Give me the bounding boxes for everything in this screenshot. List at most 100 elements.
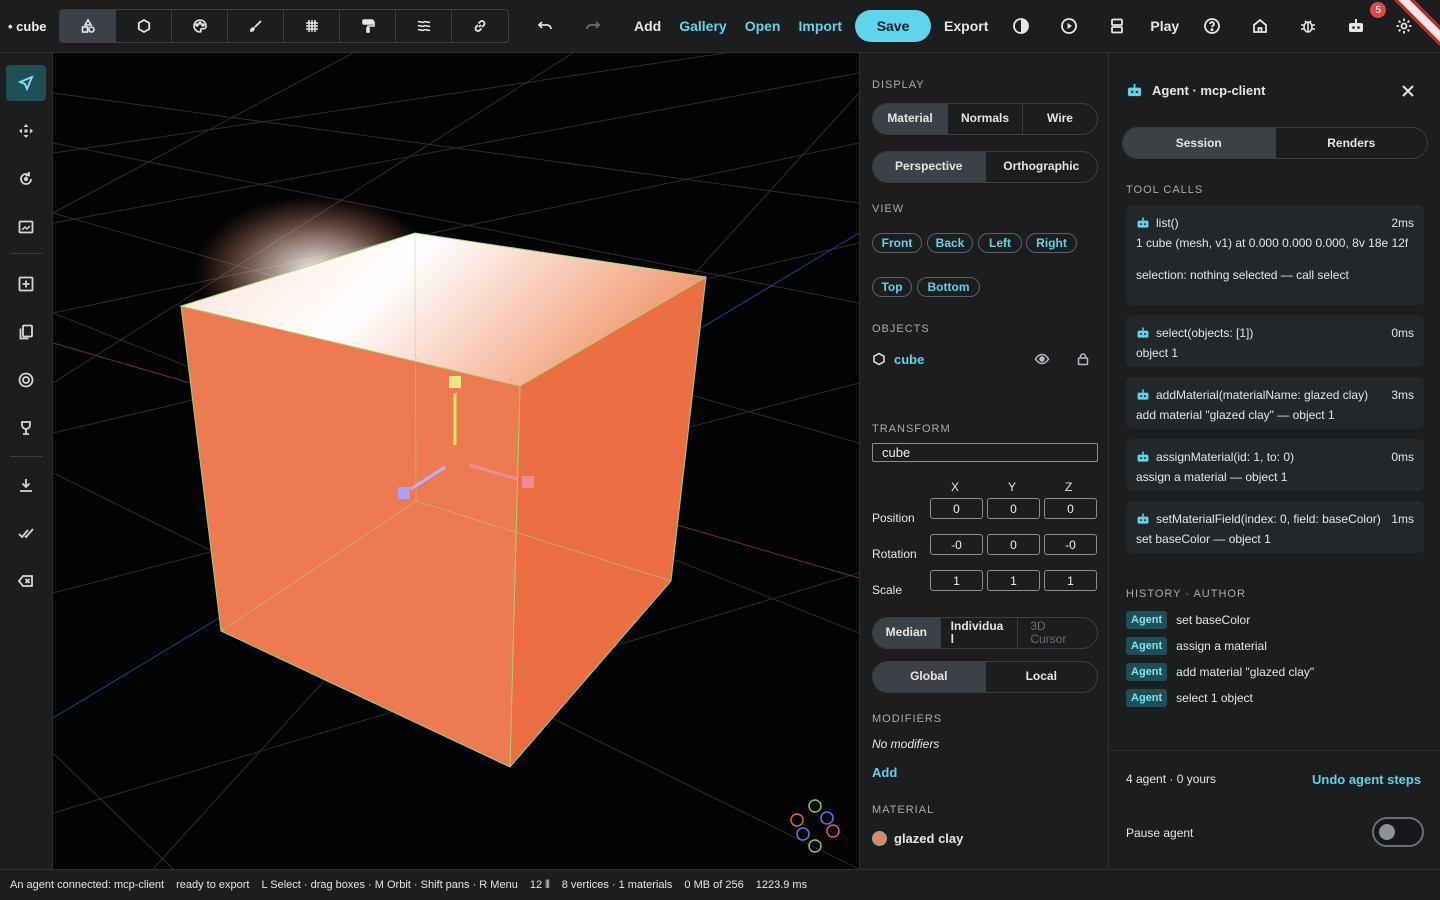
- tool-call-card[interactable]: list() 2ms 1 cube (mesh, v1) at 0.000 0.…: [1126, 205, 1424, 305]
- scale-z-field[interactable]: 1: [1044, 570, 1097, 591]
- pivot-median-option[interactable]: Median: [873, 618, 941, 648]
- mode-roller-button[interactable]: [340, 10, 396, 42]
- redo-button[interactable]: [569, 9, 617, 43]
- view-front-chip[interactable]: Front: [872, 233, 922, 253]
- pause-agent-toggle[interactable]: [1372, 817, 1424, 847]
- add-button[interactable]: Add: [625, 18, 670, 34]
- space-local-option[interactable]: Local: [986, 662, 1098, 692]
- orthographic-option[interactable]: Orthographic: [986, 152, 1098, 182]
- mode-link-button[interactable]: [452, 10, 508, 42]
- mode-grid-button[interactable]: [284, 10, 340, 42]
- delete-tool[interactable]: [6, 563, 46, 599]
- rotation-y-field[interactable]: 0: [987, 534, 1040, 555]
- save-button[interactable]: Save: [855, 10, 932, 42]
- scene-canvas: [53, 53, 859, 869]
- view-bottom-chip[interactable]: Bottom: [917, 277, 980, 297]
- trophy-tool[interactable]: [6, 410, 46, 446]
- paint-roller-icon: [361, 19, 375, 33]
- display-wire-option[interactable]: Wire: [1023, 104, 1097, 134]
- pivot-3d-cursor-option[interactable]: 3D Cursor: [1018, 618, 1097, 648]
- import-link[interactable]: Import: [789, 18, 851, 34]
- display-material-option[interactable]: Material: [873, 104, 948, 134]
- scale-y-field[interactable]: 1: [987, 570, 1040, 591]
- add-box-icon: [18, 276, 34, 292]
- mode-object-button[interactable]: [116, 10, 172, 42]
- nav-gizmo[interactable]: [790, 799, 840, 853]
- robot-icon: [1137, 217, 1149, 228]
- add-object-tool[interactable]: [6, 266, 46, 302]
- pivot-individual-option[interactable]: Individua l: [941, 618, 1019, 648]
- redo-icon: [586, 21, 601, 30]
- gear-icon: [1396, 18, 1412, 34]
- axis-x-label: X: [951, 480, 960, 494]
- history-text: set baseColor: [1176, 613, 1251, 627]
- contrast-button[interactable]: [997, 9, 1045, 43]
- position-z-field[interactable]: 0: [1044, 498, 1097, 519]
- layout-button[interactable]: [1093, 9, 1141, 43]
- select-tool[interactable]: [6, 65, 46, 101]
- undo-agent-steps-link[interactable]: Undo agent steps: [1312, 772, 1421, 787]
- rotation-x-field[interactable]: -0: [930, 534, 983, 555]
- view-top-chip[interactable]: Top: [872, 277, 912, 297]
- view-back-chip[interactable]: Back: [927, 233, 973, 253]
- rotation-z-field[interactable]: -0: [1044, 534, 1097, 555]
- debug-button[interactable]: [1284, 9, 1332, 43]
- duplicate-tool[interactable]: [6, 314, 46, 350]
- view-right-chip[interactable]: Right: [1026, 233, 1077, 253]
- mode-brush-button[interactable]: [228, 10, 284, 42]
- undo-button[interactable]: [521, 9, 569, 43]
- material-row[interactable]: glazed clay: [872, 831, 963, 846]
- status-bar: An agent connected: mcp-client ready to …: [0, 869, 1440, 900]
- agent-header: Agent · mcp-client: [1126, 82, 1265, 99]
- rotate-tool[interactable]: [6, 161, 46, 197]
- tool-call-card[interactable]: assignMaterial(id: 1, to: 0) 0ms assign …: [1126, 439, 1424, 491]
- perspective-option[interactable]: Perspective: [873, 152, 986, 182]
- home-button[interactable]: [1236, 9, 1284, 43]
- tool-call-card[interactable]: setMaterialField(index: 0, field: baseCo…: [1126, 501, 1424, 553]
- tab-session[interactable]: Session: [1123, 128, 1276, 158]
- history-item[interactable]: Agent set baseColor: [1126, 611, 1250, 629]
- tool-call-card[interactable]: addMaterial(materialName: glazed clay) 3…: [1126, 377, 1424, 429]
- apply-all-tool[interactable]: [6, 515, 46, 551]
- play-button[interactable]: Play: [1141, 18, 1188, 34]
- visibility-eye-icon[interactable]: [1034, 351, 1050, 367]
- view-left-chip[interactable]: Left: [978, 233, 1022, 253]
- objects-section-label: OBJECTS: [872, 323, 930, 335]
- close-panel-button[interactable]: [1398, 81, 1418, 101]
- lock-icon[interactable]: [1076, 352, 1090, 366]
- download-tool[interactable]: [6, 467, 46, 503]
- 3d-viewport[interactable]: [53, 53, 859, 869]
- mode-shapes-button[interactable]: [60, 10, 116, 42]
- settings-button[interactable]: [1380, 9, 1428, 43]
- position-y-field[interactable]: 0: [987, 498, 1040, 519]
- help-button[interactable]: [1188, 9, 1236, 43]
- history-item[interactable]: Agent assign a material: [1126, 637, 1267, 655]
- preview-play-button[interactable]: [1045, 9, 1093, 43]
- cube-mesh[interactable]: [179, 232, 708, 768]
- gallery-link[interactable]: Gallery: [670, 18, 735, 34]
- move-tool[interactable]: [6, 113, 46, 149]
- tool-call-card[interactable]: select(objects: [1]) 0ms object 1: [1126, 315, 1424, 367]
- display-normals-option[interactable]: Normals: [948, 104, 1023, 134]
- add-modifier-link[interactable]: Add: [872, 765, 897, 780]
- frame-tool[interactable]: [6, 209, 46, 245]
- bug-icon: [1301, 20, 1316, 33]
- open-link[interactable]: Open: [736, 18, 790, 34]
- object-name-field[interactable]: cube: [872, 443, 1098, 462]
- mode-layers-button[interactable]: [396, 10, 452, 42]
- position-x-field[interactable]: 0: [930, 498, 983, 519]
- space-global-option[interactable]: Global: [873, 662, 986, 692]
- history-item[interactable]: Agent select 1 object: [1126, 689, 1253, 707]
- export-button[interactable]: Export: [935, 18, 997, 34]
- snap-tool[interactable]: [6, 362, 46, 398]
- history-item[interactable]: Agent add material "glazed clay": [1126, 663, 1314, 681]
- tab-renders[interactable]: Renders: [1276, 128, 1428, 158]
- scale-x-field[interactable]: 1: [930, 570, 983, 591]
- object-row-cube[interactable]: cube: [872, 349, 1098, 369]
- agent-inbox-button[interactable]: 5: [1332, 2, 1387, 43]
- move-icon: [19, 124, 33, 138]
- robot-icon: [1137, 451, 1149, 462]
- status-export: ready to export: [176, 879, 250, 891]
- status-agent-connected: An agent connected: mcp-client: [10, 879, 165, 891]
- mode-paint-button[interactable]: [172, 10, 228, 42]
